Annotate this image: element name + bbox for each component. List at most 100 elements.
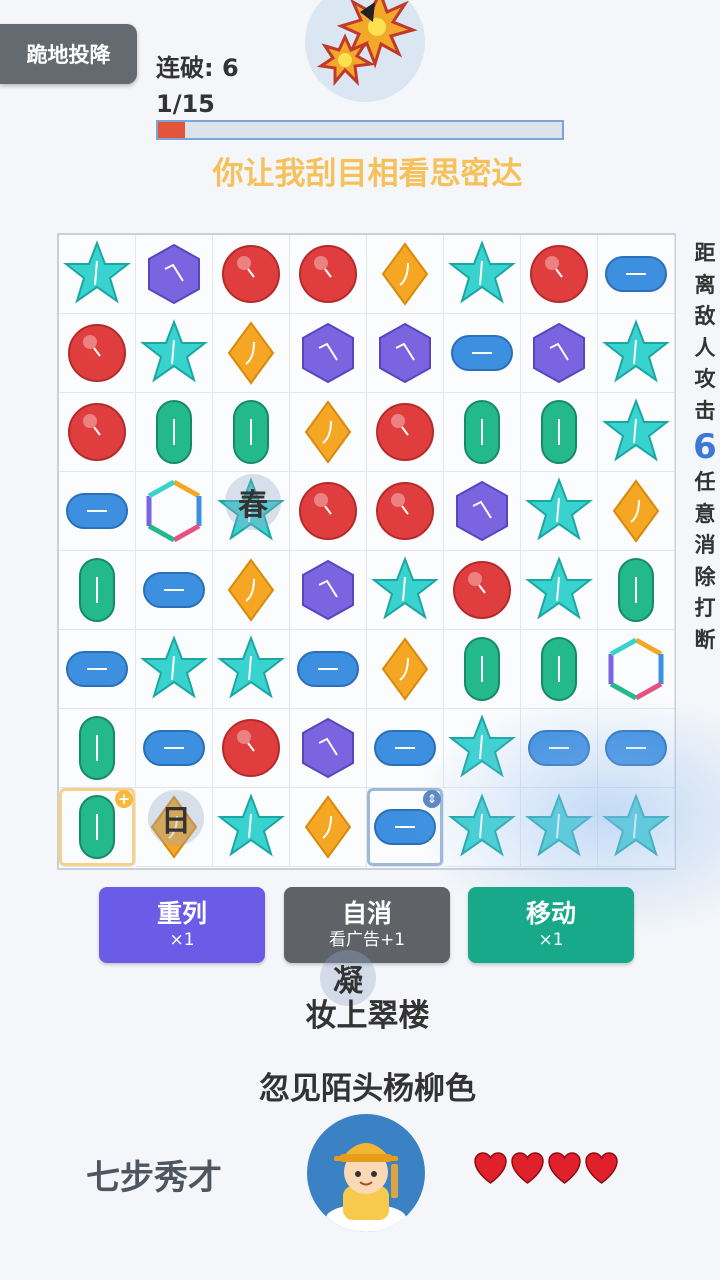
ball-icon <box>68 324 126 382</box>
hexagon-icon <box>302 322 354 384</box>
reshuffle-button[interactable]: 重列 ×1 <box>99 887 265 963</box>
diamond-icon <box>612 479 660 543</box>
tile-hexagon[interactable] <box>444 472 521 551</box>
tile-ball[interactable] <box>213 709 290 788</box>
hexagon-icon <box>533 322 585 384</box>
tile-ball[interactable] <box>290 472 367 551</box>
hexagon-icon <box>148 243 200 305</box>
tile-star[interactable] <box>213 630 290 709</box>
move-label: 移动 <box>525 899 576 928</box>
star-icon <box>140 319 208 383</box>
tile-capsule-v[interactable] <box>444 393 521 472</box>
tile-capsule-v[interactable] <box>136 393 213 472</box>
tile-ball[interactable] <box>290 235 367 314</box>
tile-star[interactable] <box>444 788 521 867</box>
tile-star[interactable] <box>598 314 675 393</box>
star-icon <box>140 635 208 699</box>
star-icon <box>448 714 516 778</box>
tile-capsule-h[interactable] <box>136 709 213 788</box>
tile-capsule-h[interactable]: ⇕ <box>367 788 444 867</box>
tile-ball[interactable] <box>444 551 521 630</box>
tile-diamond[interactable] <box>367 235 444 314</box>
tile-star[interactable] <box>59 235 136 314</box>
tile-rainbow-hexagon[interactable] <box>136 472 213 551</box>
tile-star[interactable] <box>521 472 598 551</box>
tile-diamond[interactable] <box>598 472 675 551</box>
tile-capsule-v[interactable]: + <box>59 788 136 867</box>
capsule-v-icon <box>541 637 577 701</box>
tile-star[interactable] <box>213 788 290 867</box>
floating-char: 日 <box>148 790 204 846</box>
tile-capsule-v[interactable] <box>213 393 290 472</box>
tile-hexagon[interactable] <box>521 314 598 393</box>
tile-diamond[interactable] <box>290 393 367 472</box>
tile-capsule-h[interactable] <box>59 472 136 551</box>
tile-ball[interactable] <box>59 314 136 393</box>
tile-rainbow-hexagon[interactable] <box>598 630 675 709</box>
capsule-v-icon <box>464 637 500 701</box>
tile-hexagon[interactable] <box>290 314 367 393</box>
auto-clear-label: 自消 <box>341 899 392 928</box>
tile-capsule-h[interactable] <box>136 551 213 630</box>
tile-capsule-h[interactable] <box>367 709 444 788</box>
tile-capsule-v[interactable] <box>521 630 598 709</box>
tile-ball[interactable] <box>521 235 598 314</box>
tile-capsule-h[interactable] <box>598 709 675 788</box>
move-badge: ⇕ <box>423 790 441 808</box>
star-icon <box>525 793 593 857</box>
tile-capsule-v[interactable] <box>521 393 598 472</box>
auto-clear-ad-text: 看广告+1 <box>328 930 406 950</box>
hexagon-icon <box>302 717 354 779</box>
tile-hexagon[interactable] <box>290 551 367 630</box>
tile-diamond[interactable] <box>367 630 444 709</box>
tile-star[interactable] <box>521 551 598 630</box>
tile-capsule-h[interactable] <box>59 630 136 709</box>
ball-icon <box>299 482 357 540</box>
capsule-h-icon <box>451 335 513 371</box>
star-icon <box>217 793 285 857</box>
ball-icon <box>299 245 357 303</box>
star-icon <box>602 793 670 857</box>
capsule-v-icon <box>156 400 192 464</box>
auto-clear-button[interactable]: 自消 看广告+1 <box>284 887 450 963</box>
star-icon <box>602 319 670 383</box>
tile-diamond[interactable] <box>213 314 290 393</box>
tile-diamond[interactable] <box>290 788 367 867</box>
tile-hexagon[interactable] <box>290 709 367 788</box>
diamond-icon <box>381 637 429 701</box>
capsule-v-icon <box>233 400 269 464</box>
explosion-icon <box>316 0 418 87</box>
tile-capsule-v[interactable] <box>59 551 136 630</box>
tile-star[interactable] <box>598 788 675 867</box>
tile-star[interactable] <box>521 788 598 867</box>
tile-capsule-v[interactable] <box>444 630 521 709</box>
player-avatar <box>307 1114 425 1232</box>
ball-icon <box>376 482 434 540</box>
tile-star[interactable] <box>598 393 675 472</box>
heart-icon <box>584 1152 619 1189</box>
tile-ball[interactable] <box>59 393 136 472</box>
tile-star[interactable] <box>136 314 213 393</box>
tile-star[interactable] <box>136 630 213 709</box>
tile-hexagon[interactable] <box>367 314 444 393</box>
star-icon <box>217 635 285 699</box>
tile-ball[interactable] <box>367 472 444 551</box>
tile-hexagon[interactable] <box>136 235 213 314</box>
tile-ball[interactable] <box>367 393 444 472</box>
tile-diamond[interactable] <box>213 551 290 630</box>
surrender-button[interactable]: 跪地投降 <box>0 24 137 84</box>
capsule-h-icon <box>374 730 436 766</box>
tile-capsule-h[interactable] <box>521 709 598 788</box>
tile-capsule-v[interactable] <box>59 709 136 788</box>
attack-countdown: 距离敌人攻击 6 任意消除打断 <box>690 238 720 656</box>
tile-star[interactable] <box>444 709 521 788</box>
tile-capsule-v[interactable] <box>598 551 675 630</box>
move-button[interactable]: 移动 ×1 <box>468 887 634 963</box>
tile-ball[interactable] <box>213 235 290 314</box>
tile-capsule-h[interactable] <box>598 235 675 314</box>
tile-star[interactable] <box>444 235 521 314</box>
tile-capsule-h[interactable] <box>290 630 367 709</box>
tile-star[interactable] <box>367 551 444 630</box>
tile-capsule-h[interactable] <box>444 314 521 393</box>
diamond-icon <box>304 400 352 464</box>
